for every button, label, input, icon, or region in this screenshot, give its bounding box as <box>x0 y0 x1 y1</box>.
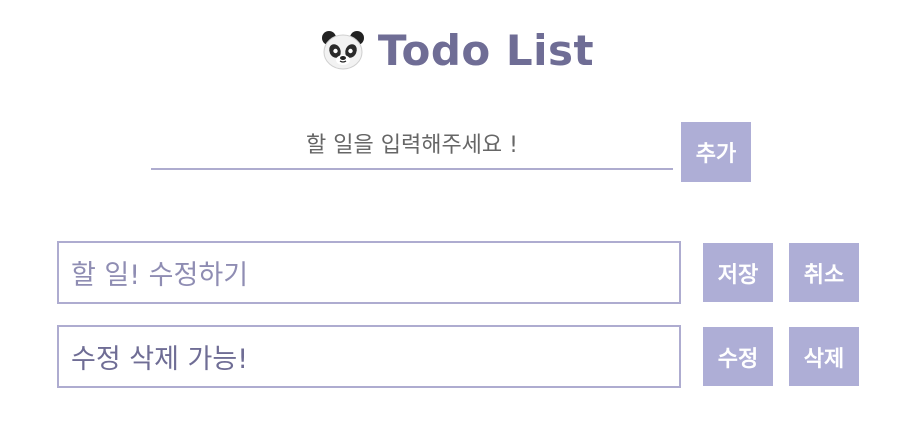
cancel-button[interactable]: 취소 <box>789 243 859 302</box>
todo-edit-input[interactable] <box>71 247 671 298</box>
todo-item-editing: 저장 취소 <box>57 241 859 304</box>
add-button[interactable]: 추가 <box>681 122 751 182</box>
todo-text-box: 수정 삭제 가능! <box>57 325 681 388</box>
panda-icon <box>320 27 366 73</box>
save-button[interactable]: 저장 <box>703 243 773 302</box>
todo-app: Todo List 추가 저장 취소 수정 삭제 가능! 수정 삭제 <box>0 0 914 438</box>
delete-button[interactable]: 삭제 <box>789 327 859 386</box>
todo-text: 수정 삭제 가능! <box>71 344 249 375</box>
todo-item: 수정 삭제 가능! 수정 삭제 <box>57 325 859 388</box>
header: Todo List <box>0 22 914 78</box>
new-todo-input[interactable] <box>151 122 673 170</box>
add-todo-form: 추가 <box>151 122 751 182</box>
page-title: Todo List <box>377 25 595 75</box>
todo-edit-box <box>57 241 681 304</box>
edit-button[interactable]: 수정 <box>703 327 773 386</box>
